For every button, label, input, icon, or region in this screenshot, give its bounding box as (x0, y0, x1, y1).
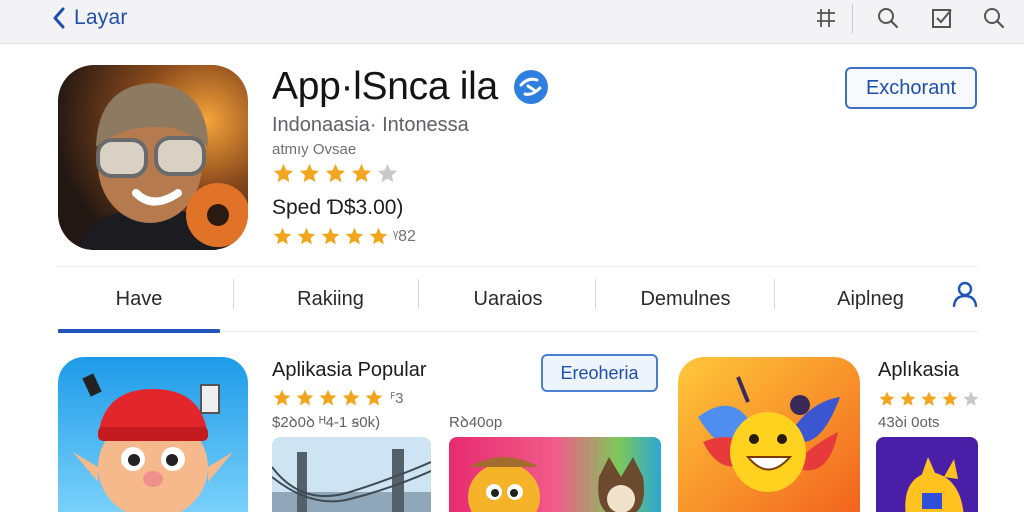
rating-count: ᵞ82 (393, 227, 416, 245)
price-label: Sped Ɗ$3.00) (272, 196, 404, 219)
star-empty-icon (377, 163, 398, 183)
developer-name[interactable]: Indonaasia· Intonessa (272, 114, 469, 137)
popular-rating-count: ꟳ3 (390, 390, 404, 407)
star-filled-icon (345, 227, 364, 245)
app-icon (58, 65, 248, 250)
featured-thumbnail[interactable] (876, 437, 978, 512)
star-filled-icon (369, 227, 388, 245)
popular-section-title: Aplikasia Popular (272, 359, 427, 381)
featured-meta: 43ꝺi 0ots (878, 414, 940, 431)
tab-apps[interactable]: Aiplneg (778, 267, 963, 331)
tab-divider (595, 279, 596, 309)
star-filled-icon (900, 391, 916, 406)
bridge-thumbnail[interactable] (272, 437, 431, 512)
tab-ranking[interactable]: Rakiing (248, 267, 413, 331)
star-filled-icon (299, 163, 320, 183)
star-filled-icon (325, 163, 346, 183)
toolbar-divider (852, 4, 853, 34)
user-icon[interactable] (952, 281, 978, 307)
top-bar: Layar (0, 0, 1024, 44)
grid-icon[interactable] (812, 4, 840, 32)
star-filled-icon (942, 391, 958, 406)
verified-badge-icon (513, 70, 548, 104)
tab-various[interactable]: Uaraios (423, 267, 593, 331)
tab-divider (233, 279, 234, 309)
open-button[interactable]: Ereoheria (541, 354, 658, 392)
star-filled-icon (342, 389, 360, 406)
featured-rating (878, 390, 980, 408)
active-tab-indicator (58, 329, 220, 333)
star-filled-icon (365, 389, 383, 406)
animals-thumbnail[interactable] (449, 437, 661, 512)
star-filled-icon (321, 227, 340, 245)
star-filled-icon (273, 227, 292, 245)
featured-title: Aplıkasia (878, 359, 960, 381)
tab-bar: Have Rakiing Uaraios Demulnes Aiplneg (58, 266, 978, 333)
featured-app-icon[interactable] (678, 357, 860, 512)
star-empty-icon (963, 391, 979, 406)
back-label: Layar (74, 6, 128, 29)
tab-divider (774, 279, 775, 309)
star-filled-icon (879, 391, 895, 406)
search-icon[interactable] (980, 4, 1008, 32)
popular-meta: $2ꝺ0ꝺ ᴴ4-1 ꞩ0k) (272, 414, 381, 431)
star-filled-icon (921, 391, 937, 406)
star-filled-icon (273, 389, 291, 406)
rating-stars (272, 162, 399, 185)
search-icon[interactable] (874, 4, 902, 32)
star-filled-icon (351, 163, 372, 183)
app-title-row: App·lSnca ila (272, 62, 550, 112)
get-button[interactable]: Exchorant (845, 67, 977, 109)
app-title: App·lSnca ila (272, 65, 498, 108)
popular-rating: ꟳ3 (272, 388, 404, 408)
star-filled-icon (297, 227, 316, 245)
tab-have[interactable]: Have (58, 267, 220, 331)
star-filled-icon (273, 163, 294, 183)
star-filled-icon (319, 389, 337, 406)
tab-divider (418, 279, 419, 309)
checkbox-icon[interactable] (928, 4, 956, 32)
app-subtitle: atmıy Ovsae (272, 141, 357, 158)
popular-app-icon[interactable] (58, 357, 248, 512)
tab-details[interactable]: Demulnes (598, 267, 773, 331)
chevron-left-icon (53, 7, 65, 29)
star-filled-icon (296, 389, 314, 406)
popular-meta-secondary: Rꝺ40op (449, 414, 503, 431)
back-button[interactable]: Layar (50, 4, 128, 32)
secondary-rating: ᵞ82 (272, 226, 416, 247)
